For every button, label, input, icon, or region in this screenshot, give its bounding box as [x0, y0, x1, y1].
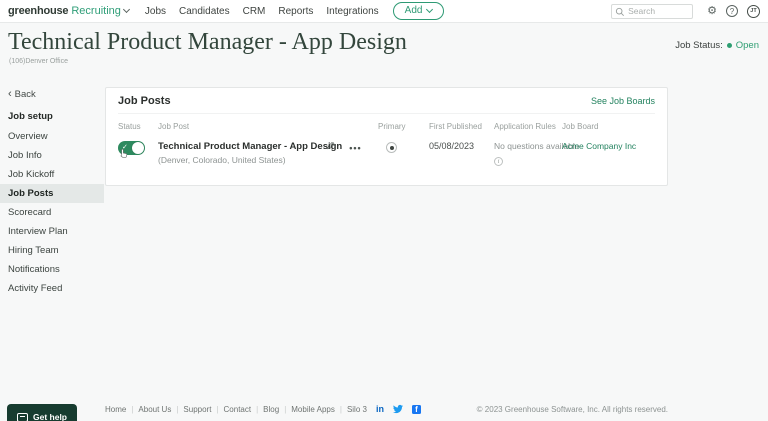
nav-item-integrations[interactable]: Integrations [326, 6, 378, 17]
chat-bubble-icon [17, 412, 28, 421]
back-label: Back [14, 89, 36, 100]
sidebar-item-activity-feed[interactable]: Activity Feed [0, 279, 104, 298]
chevron-down-icon [122, 5, 130, 14]
job-posts-card: Job Posts See Job Boards Status Job Post… [105, 87, 668, 186]
page-title: Technical Product Manager - App Design [8, 29, 407, 55]
footer-link-blog[interactable]: Blog [263, 405, 279, 414]
footer-links: Home | About Us | Support | Contact | Blog | … [105, 404, 421, 414]
help-icon[interactable]: ? [726, 5, 738, 17]
add-button[interactable]: Add [392, 2, 445, 20]
application-rules-text: No questions available [494, 141, 580, 151]
sidebar-section-job-setup: Job setup [8, 111, 53, 122]
page-footer: Home | About Us | Support | Contact | Blog | … [105, 404, 668, 414]
job-post-location: (Denver, Colorado, United States) [158, 155, 286, 165]
divider: | [216, 404, 219, 414]
job-post-cell: Technical Product Manager - App Design (… [158, 141, 378, 165]
first-published-cell: 05/08/2023 [429, 141, 475, 151]
back-link[interactable]: ‹ Back [0, 84, 104, 104]
more-options-icon[interactable]: ••• [349, 144, 361, 153]
column-header-job-post: Job Post [158, 122, 190, 131]
job-post-title[interactable]: Technical Product Manager - App Design [158, 141, 342, 152]
footer-link-silo-3[interactable]: Silo 3 [347, 405, 367, 414]
greenhouse-app-window: greenhouse Recruiting Jobs Candidates CR… [0, 0, 768, 421]
sidebar-item-job-kickoff[interactable]: Job Kickoff [0, 165, 104, 184]
linkedin-icon[interactable]: in [376, 404, 384, 414]
divider: | [339, 404, 342, 414]
brand-menu[interactable]: greenhouse Recruiting [8, 5, 130, 17]
see-job-boards-link[interactable]: See Job Boards [591, 96, 655, 106]
back-chevron-icon: ‹ [8, 88, 12, 100]
sidebar-item-job-posts[interactable]: Job Posts [0, 184, 104, 203]
divider: | [284, 404, 287, 414]
sidebar-item-job-info[interactable]: Job Info [0, 146, 104, 165]
footer-link-support[interactable]: Support [183, 405, 211, 414]
column-header-first-published: First Published [429, 122, 482, 131]
job-posts-card-header: Job Posts See Job Boards [118, 88, 655, 114]
job-setup-sidebar: ‹ Back Job setup Overview Job Info Job Ki… [0, 84, 104, 298]
divider: | [256, 404, 259, 414]
info-icon[interactable]: i [494, 157, 503, 166]
footer-link-contact[interactable]: Contact [224, 405, 252, 414]
gear-icon[interactable]: ⚙ [707, 5, 717, 17]
user-avatar[interactable]: JT [747, 4, 760, 18]
divider: | [176, 404, 179, 414]
get-help-widget[interactable]: Get help [7, 404, 78, 421]
job-post-text: Technical Product Manager - App Design (… [158, 141, 342, 165]
primary-radio-selected[interactable] [386, 142, 397, 153]
footer-link-mobile-apps[interactable]: Mobile Apps [291, 405, 335, 414]
sidebar-item-interview-plan[interactable]: Interview Plan [0, 222, 104, 241]
nav-item-crm[interactable]: CRM [243, 6, 266, 17]
facebook-icon[interactable]: f [411, 404, 421, 414]
column-header-status: Status [118, 122, 141, 131]
copyright-text: © 2023 Greenhouse Software, Inc. All rig… [476, 404, 668, 414]
get-help-label: Get help [33, 412, 68, 421]
radio-dot [389, 145, 394, 150]
toggle-knob [132, 142, 144, 154]
job-posts-table-header: Status Job Post Primary First Published … [118, 122, 655, 131]
twitter-icon[interactable] [392, 404, 403, 414]
footer-link-about-us[interactable]: About Us [138, 405, 171, 414]
job-post-table-row: ✓ Technical Product Manager - App Design… [118, 141, 655, 166]
column-header-primary: Primary [378, 122, 406, 131]
footer-link-home[interactable]: Home [105, 405, 126, 414]
search-icon [615, 7, 625, 16]
job-requisition-office: (106)Denver Office [9, 58, 69, 65]
top-navigation-bar: greenhouse Recruiting Jobs Candidates CR… [0, 0, 768, 23]
primary-cell [378, 141, 429, 153]
job-status-label: Job Status: [675, 40, 723, 51]
job-status: Job Status: Open [675, 40, 759, 51]
primary-nav: Jobs Candidates CRM Reports Integrations [145, 6, 379, 17]
hand-cursor-icon [120, 148, 128, 158]
search-input[interactable] [628, 4, 691, 18]
column-header-application-rules: Application Rules [494, 122, 556, 131]
add-button-label: Add [404, 5, 423, 16]
sidebar-item-hiring-team[interactable]: Hiring Team [0, 241, 104, 260]
nav-item-candidates[interactable]: Candidates [179, 6, 230, 17]
application-rules-cell: No questions available i [494, 141, 580, 166]
brand-wordmark: greenhouse [8, 5, 69, 17]
brand-product-name: Recruiting [71, 5, 121, 17]
job-board-link[interactable]: Acme Company Inc [562, 141, 657, 151]
sidebar-item-notifications[interactable]: Notifications [0, 260, 104, 279]
chevron-down-icon [426, 5, 434, 13]
status-cell: ✓ [118, 141, 145, 158]
status-dot-icon [726, 43, 732, 48]
card-title: Job Posts [118, 94, 171, 107]
nav-item-jobs[interactable]: Jobs [145, 6, 166, 17]
column-header-job-board: Job Board [562, 122, 599, 131]
sidebar-item-scorecard[interactable]: Scorecard [0, 203, 104, 222]
job-status-value[interactable]: Open [736, 40, 759, 51]
divider: | [131, 404, 134, 414]
sidebar-item-overview[interactable]: Overview [0, 127, 104, 146]
global-search[interactable] [611, 3, 694, 19]
nav-item-reports[interactable]: Reports [278, 6, 313, 17]
edit-pencil-icon[interactable]: ✎ [326, 141, 335, 153]
